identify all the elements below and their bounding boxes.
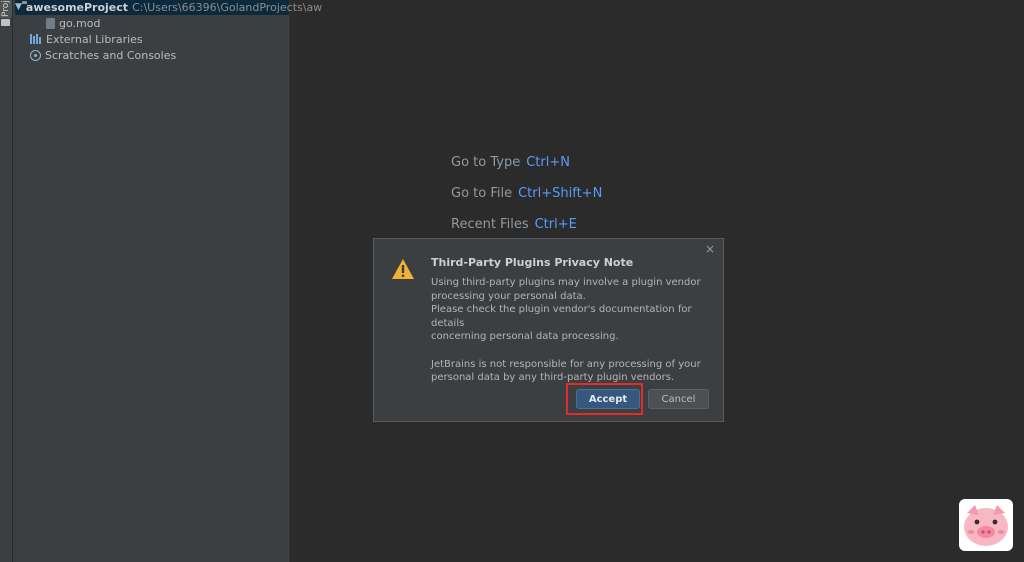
message-line: Using third-party plugins may involve a … [431,277,701,288]
accept-button[interactable]: Accept [576,389,640,409]
tree-item-label: External Libraries [46,32,143,46]
hint-shortcut: Ctrl+N [526,155,570,170]
warning-icon [392,259,414,279]
tree-item-label: go.mod [59,16,101,30]
tree-item-scratches[interactable]: Scratches and Consoles [30,47,176,63]
tree-item-go-mod[interactable]: go.mod [46,15,100,31]
hint-shortcut: Ctrl+Shift+N [518,186,603,201]
hint-label: Go to Type [451,155,521,170]
message-line: Please check the plugin vendor's documen… [431,304,692,329]
message-line: concerning personal data processing. [431,331,619,343]
close-icon[interactable]: × [703,242,717,256]
hint-shortcut: Ctrl+E [534,217,577,232]
tree-item-label: Scratches and Consoles [45,48,177,62]
dialog-message: Using third-party plugins may involve a … [431,276,716,385]
project-name: awesomeProject [25,0,129,14]
pig-mascot-icon [959,499,1013,551]
hint-go-to-file: Go to File Ctrl+Shift+N [451,186,602,201]
hint-recent-files: Recent Files Ctrl+E [451,217,577,232]
message-line: processing your personal data. [431,290,586,302]
dialog-title: Third-Party Plugins Privacy Note [431,256,634,269]
hint-label: Recent Files [451,217,529,232]
hint-label: Go to File [451,186,513,201]
privacy-note-dialog: × Third-Party Plugins Privacy Note Using… [373,238,724,422]
project-panel: ▼ awesomeProject C:\Users\66396\GolandPr… [13,0,322,562]
cancel-button[interactable]: Cancel [648,389,709,409]
library-icon [30,34,42,44]
tree-item-external-libraries[interactable]: External Libraries [30,31,143,47]
folder-icon [1,19,10,26]
hint-go-to-type: Go to Type Ctrl+N [451,155,570,170]
project-path: C:\Users\66396\GolandProjects\aw [132,0,323,14]
tree-item-project-root[interactable]: ▼ awesomeProject C:\Users\66396\GolandPr… [15,0,322,15]
tool-window-strip: Proj [0,0,13,562]
message-line: JetBrains is not responsible for any pro… [431,358,701,370]
scratch-icon [30,49,41,61]
file-icon [46,17,55,29]
chevron-down-icon[interactable]: ▼ [15,2,22,12]
project-tool-tab[interactable]: Proj [0,0,12,18]
